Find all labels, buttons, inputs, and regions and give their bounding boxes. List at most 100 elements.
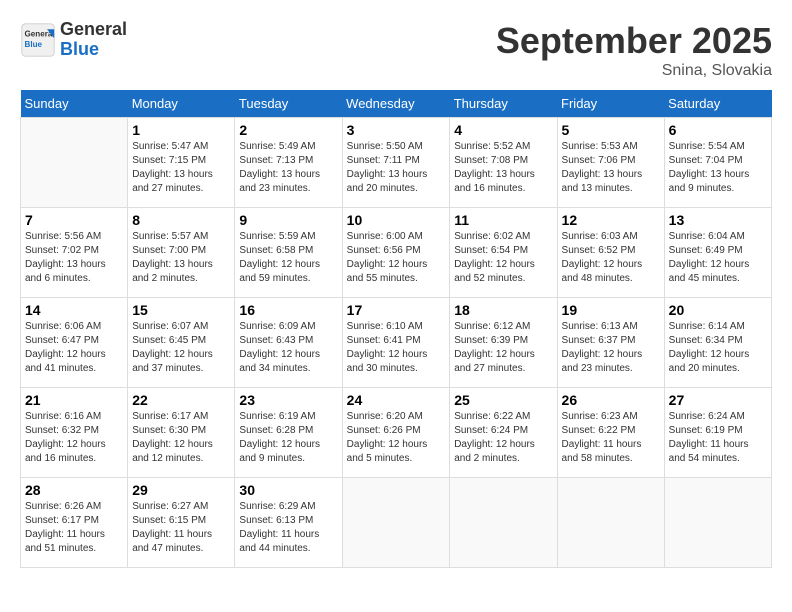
calendar-cell: 24Sunrise: 6:20 AM Sunset: 6:26 PM Dayli… — [342, 388, 450, 478]
day-info: Sunrise: 6:06 AM Sunset: 6:47 PM Dayligh… — [25, 320, 123, 376]
calendar-cell — [557, 478, 664, 568]
logo: General Blue General Blue — [20, 20, 127, 60]
day-info: Sunrise: 6:12 AM Sunset: 6:39 PM Dayligh… — [454, 320, 552, 376]
day-number: 14 — [25, 302, 123, 318]
day-info: Sunrise: 6:04 AM Sunset: 6:49 PM Dayligh… — [669, 230, 767, 286]
calendar-cell: 27 Sunrise: 6:24 AM Sunset: 6:19 PM Dayli… — [664, 388, 771, 478]
location-text: Snina, Slovakia — [496, 62, 772, 80]
day-info: Sunrise: 6:23 AM Sunset: 6:22 PM Dayligh… — [562, 410, 660, 466]
calendar-cell: 15 Sunrise: 6:07 AM Sunset: 6:45 PM Dayli… — [128, 298, 235, 388]
day-number: 22 — [132, 392, 230, 408]
calendar-week-row: 14 Sunrise: 6:06 AM Sunset: 6:47 PM Dayli… — [21, 298, 772, 388]
header-wednesday: Wednesday — [342, 90, 450, 118]
title-block: September 2025 Snina, Slovakia — [496, 20, 772, 80]
day-info: Sunrise: 5:49 AM Sunset: 7:13 PM Dayligh… — [239, 140, 337, 196]
day-number: 26 — [562, 392, 660, 408]
day-info: Sunrise: 6:22 AM Sunset: 6:24 PM Dayligh… — [454, 410, 552, 466]
day-number: 29 — [132, 482, 230, 498]
calendar-cell: 28 Sunrise: 6:26 AM Sunset: 6:17 PM Dayli… — [21, 478, 128, 568]
day-number: 17 — [347, 302, 446, 318]
day-number: 2 — [239, 122, 337, 138]
day-info: Sunrise: 5:52 AM Sunset: 7:08 PM Dayligh… — [454, 140, 552, 196]
day-number: 15 — [132, 302, 230, 318]
calendar-cell: 30Sunrise: 6:29 AM Sunset: 6:13 PM Dayli… — [235, 478, 342, 568]
calendar-cell: 6Sunrise: 5:54 AM Sunset: 7:04 PM Daylig… — [664, 118, 771, 208]
svg-text:Blue: Blue — [25, 40, 43, 49]
calendar-cell — [342, 478, 450, 568]
calendar-week-row: 7 Sunrise: 5:56 AM Sunset: 7:02 PM Daylig… — [21, 208, 772, 298]
calendar-cell: 20 Sunrise: 6:14 AM Sunset: 6:34 PM Dayli… — [664, 298, 771, 388]
day-number: 9 — [239, 212, 337, 228]
day-info: Sunrise: 6:10 AM Sunset: 6:41 PM Dayligh… — [347, 320, 446, 376]
day-info: Sunrise: 6:13 AM Sunset: 6:37 PM Dayligh… — [562, 320, 660, 376]
day-number: 12 — [562, 212, 660, 228]
logo-icon: General Blue — [20, 22, 56, 58]
calendar-cell: 8 Sunrise: 5:57 AM Sunset: 7:00 PM Daylig… — [128, 208, 235, 298]
header-saturday: Saturday — [664, 90, 771, 118]
calendar-week-row: 21Sunrise: 6:16 AM Sunset: 6:32 PM Dayli… — [21, 388, 772, 478]
calendar-cell: 23Sunrise: 6:19 AM Sunset: 6:28 PM Dayli… — [235, 388, 342, 478]
day-number: 24 — [347, 392, 446, 408]
calendar-cell: 29 Sunrise: 6:27 AM Sunset: 6:15 PM Dayli… — [128, 478, 235, 568]
header-sunday: Sunday — [21, 90, 128, 118]
calendar-cell — [21, 118, 128, 208]
month-year-title: September 2025 — [496, 20, 772, 62]
logo-general-text: General — [60, 20, 127, 40]
day-number: 20 — [669, 302, 767, 318]
calendar-cell: 3 Sunrise: 5:50 AM Sunset: 7:11 PM Daylig… — [342, 118, 450, 208]
day-number: 25 — [454, 392, 552, 408]
day-number: 28 — [25, 482, 123, 498]
calendar-cell — [450, 478, 557, 568]
calendar-cell: 7 Sunrise: 5:56 AM Sunset: 7:02 PM Daylig… — [21, 208, 128, 298]
day-info: Sunrise: 6:19 AM Sunset: 6:28 PM Dayligh… — [239, 410, 337, 466]
calendar-week-row: 1Sunrise: 5:47 AM Sunset: 7:15 PM Daylig… — [21, 118, 772, 208]
calendar-cell: 13 Sunrise: 6:04 AM Sunset: 6:49 PM Dayli… — [664, 208, 771, 298]
header-tuesday: Tuesday — [235, 90, 342, 118]
day-info: Sunrise: 5:59 AM Sunset: 6:58 PM Dayligh… — [239, 230, 337, 286]
calendar-cell: 9 Sunrise: 5:59 AM Sunset: 6:58 PM Daylig… — [235, 208, 342, 298]
calendar-cell: 22 Sunrise: 6:17 AM Sunset: 6:30 PM Dayli… — [128, 388, 235, 478]
page-header: General Blue General Blue September 2025… — [20, 20, 772, 80]
day-info: Sunrise: 6:29 AM Sunset: 6:13 PM Dayligh… — [239, 500, 337, 556]
logo-blue-text: Blue — [60, 40, 127, 60]
day-number: 1 — [132, 122, 230, 138]
calendar-cell: 5 Sunrise: 5:53 AM Sunset: 7:06 PM Daylig… — [557, 118, 664, 208]
day-info: Sunrise: 6:27 AM Sunset: 6:15 PM Dayligh… — [132, 500, 230, 556]
day-info: Sunrise: 5:53 AM Sunset: 7:06 PM Dayligh… — [562, 140, 660, 196]
day-info: Sunrise: 6:17 AM Sunset: 6:30 PM Dayligh… — [132, 410, 230, 466]
day-number: 16 — [239, 302, 337, 318]
day-info: Sunrise: 6:03 AM Sunset: 6:52 PM Dayligh… — [562, 230, 660, 286]
day-info: Sunrise: 6:14 AM Sunset: 6:34 PM Dayligh… — [669, 320, 767, 376]
calendar-cell — [664, 478, 771, 568]
day-info: Sunrise: 6:07 AM Sunset: 6:45 PM Dayligh… — [132, 320, 230, 376]
calendar-cell: 14 Sunrise: 6:06 AM Sunset: 6:47 PM Dayli… — [21, 298, 128, 388]
calendar-cell: 26 Sunrise: 6:23 AM Sunset: 6:22 PM Dayli… — [557, 388, 664, 478]
day-info: Sunrise: 6:26 AM Sunset: 6:17 PM Dayligh… — [25, 500, 123, 556]
day-info: Sunrise: 5:57 AM Sunset: 7:00 PM Dayligh… — [132, 230, 230, 286]
calendar-week-row: 28 Sunrise: 6:26 AM Sunset: 6:17 PM Dayli… — [21, 478, 772, 568]
day-number: 13 — [669, 212, 767, 228]
header-monday: Monday — [128, 90, 235, 118]
day-number: 3 — [347, 122, 446, 138]
day-number: 5 — [562, 122, 660, 138]
day-info: Sunrise: 5:50 AM Sunset: 7:11 PM Dayligh… — [347, 140, 446, 196]
calendar-header-row: SundayMondayTuesdayWednesdayThursdayFrid… — [21, 90, 772, 118]
day-info: Sunrise: 5:56 AM Sunset: 7:02 PM Dayligh… — [25, 230, 123, 286]
calendar-cell: 25 Sunrise: 6:22 AM Sunset: 6:24 PM Dayli… — [450, 388, 557, 478]
calendar-cell: 16 Sunrise: 6:09 AM Sunset: 6:43 PM Dayli… — [235, 298, 342, 388]
day-number: 27 — [669, 392, 767, 408]
day-info: Sunrise: 6:24 AM Sunset: 6:19 PM Dayligh… — [669, 410, 767, 466]
header-thursday: Thursday — [450, 90, 557, 118]
calendar-cell: 1Sunrise: 5:47 AM Sunset: 7:15 PM Daylig… — [128, 118, 235, 208]
calendar-table: SundayMondayTuesdayWednesdayThursdayFrid… — [20, 90, 772, 568]
day-number: 8 — [132, 212, 230, 228]
calendar-cell: 17 Sunrise: 6:10 AM Sunset: 6:41 PM Dayli… — [342, 298, 450, 388]
day-number: 7 — [25, 212, 123, 228]
day-number: 4 — [454, 122, 552, 138]
calendar-cell: 18Sunrise: 6:12 AM Sunset: 6:39 PM Dayli… — [450, 298, 557, 388]
day-info: Sunrise: 6:02 AM Sunset: 6:54 PM Dayligh… — [454, 230, 552, 286]
day-info: Sunrise: 6:09 AM Sunset: 6:43 PM Dayligh… — [239, 320, 337, 376]
day-number: 6 — [669, 122, 767, 138]
calendar-cell: 10Sunrise: 6:00 AM Sunset: 6:56 PM Dayli… — [342, 208, 450, 298]
day-info: Sunrise: 6:00 AM Sunset: 6:56 PM Dayligh… — [347, 230, 446, 286]
